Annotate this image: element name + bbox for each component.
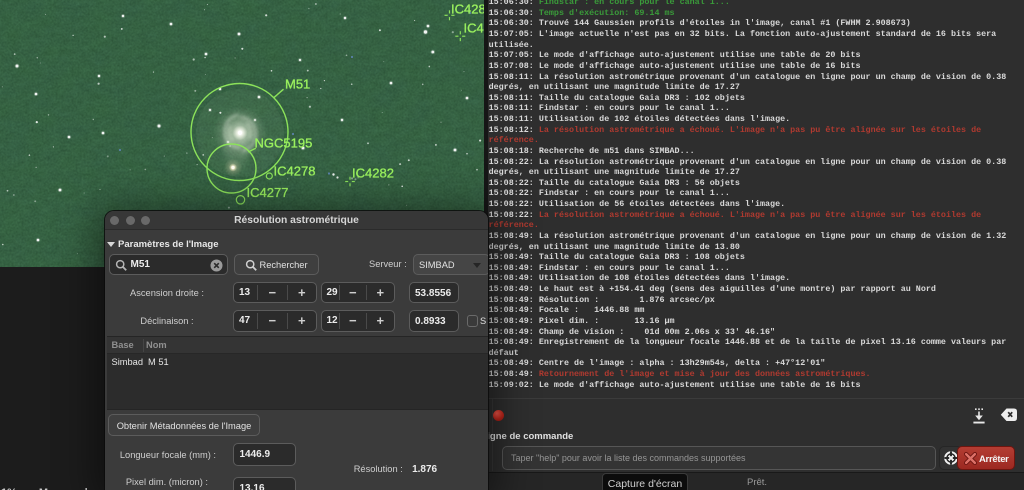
svg-text:IC428: IC428: [451, 2, 484, 17]
svg-text:IC4277: IC4277: [247, 185, 289, 200]
svg-text:IC4282: IC4282: [352, 166, 394, 181]
svg-text:IC4278: IC4278: [274, 164, 316, 179]
svg-text:NGC5195: NGC5195: [255, 136, 313, 151]
svg-text:M51: M51: [285, 77, 310, 92]
svg-text:IC4: IC4: [464, 21, 484, 36]
